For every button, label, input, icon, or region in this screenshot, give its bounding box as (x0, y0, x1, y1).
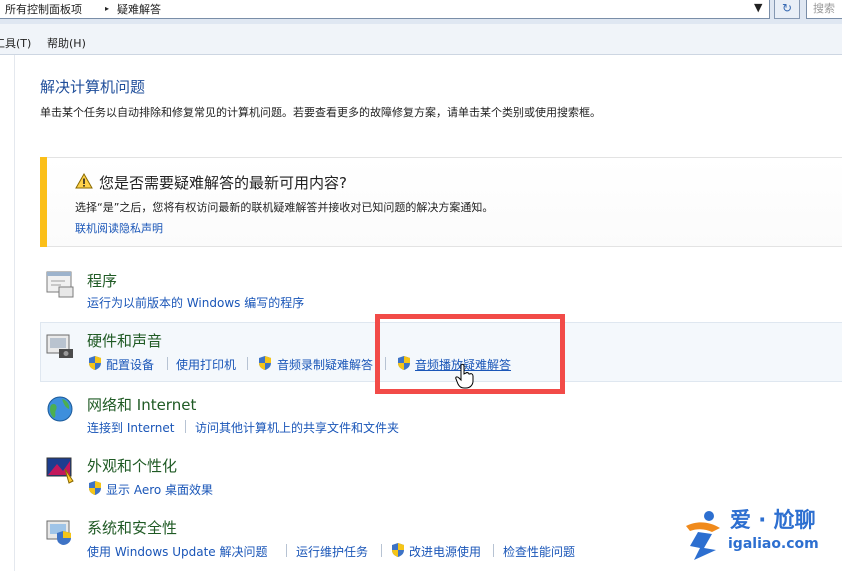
link-separator (493, 544, 494, 557)
category-hardware-sound-title[interactable]: 硬件和声音 (87, 330, 162, 351)
link-separator (247, 357, 248, 370)
link-improve-power-usage[interactable]: 改进电源使用 (409, 543, 481, 560)
breadcrumb-item-control-panel[interactable]: 所有控制面板项 (5, 1, 82, 17)
watermark-brand: 爱 · 尬聊 (730, 508, 816, 532)
privacy-statement-link[interactable]: 联机阅读隐私声明 (75, 220, 163, 236)
link-separator (286, 544, 287, 557)
link-run-maintenance-tasks[interactable]: 运行维护任务 (296, 543, 368, 560)
category-system-security-title[interactable]: 系统和安全性 (87, 517, 177, 538)
history-dropdown-icon[interactable]: ▼ (754, 1, 762, 14)
warning-icon (75, 173, 93, 189)
appearance-personalization-icon[interactable] (45, 455, 75, 485)
menu-tools[interactable]: 工具(T) (0, 35, 31, 51)
watermark-url: igaliao.com (728, 536, 819, 552)
menu-help[interactable]: 帮助(H) (47, 35, 86, 51)
menu-bar: 工具(T) 帮助(H) (0, 24, 842, 55)
link-aero-desktop-effects[interactable]: 显示 Aero 桌面效果 (106, 481, 213, 498)
category-network-title[interactable]: 网络和 Internet (87, 394, 196, 415)
link-audio-recording-troubleshooter[interactable]: 音频录制疑难解答 (277, 356, 373, 373)
address-bar: 所有控制面板项 ▸ 疑难解答 ▼ ↻ 搜索 (0, 0, 842, 24)
link-check-performance[interactable]: 检查性能问题 (503, 543, 575, 560)
link-windows-update-troubleshooter[interactable]: 使用 Windows Update 解决问题 (87, 543, 267, 560)
network-internet-icon[interactable] (45, 394, 75, 424)
refresh-button[interactable]: ↻ (774, 0, 800, 19)
breadcrumb[interactable]: 所有控制面板项 ▸ 疑难解答 ▼ (0, 0, 770, 19)
breadcrumb-item-troubleshooting[interactable]: 疑难解答 (117, 1, 161, 17)
link-separator (167, 357, 168, 370)
breadcrumb-separator-icon: ▸ (105, 4, 110, 13)
search-input[interactable]: 搜索 (806, 0, 842, 19)
uac-shield-icon (259, 356, 271, 370)
notice-heading: 您是否需要疑难解答的最新可用内容? (99, 174, 347, 192)
uac-shield-icon (89, 481, 101, 495)
category-appearance-title[interactable]: 外观和个性化 (87, 455, 177, 476)
page-title: 解决计算机问题 (40, 78, 146, 96)
link-separator (185, 420, 186, 433)
pane-divider (14, 55, 15, 571)
page-subtitle: 单击某个任务以自动排除和修复常见的计算机问题。若要查看更多的故障修复方案，请单击… (40, 106, 601, 119)
link-run-legacy-programs[interactable]: 运行为以前版本的 Windows 编写的程序 (87, 294, 304, 311)
link-separator (381, 544, 382, 557)
system-security-icon[interactable] (45, 517, 75, 547)
link-configure-device[interactable]: 配置设备 (106, 356, 154, 373)
hand-cursor-icon (455, 363, 474, 389)
hardware-sound-icon[interactable] (45, 331, 75, 361)
notice-body: 选择“是”之后，您将有权访问最新的联机疑难解答并接收对已知问题的解决方案通知。 (75, 201, 494, 214)
programs-icon[interactable] (45, 269, 75, 299)
notice-accent-bar (40, 157, 47, 247)
category-programs-title[interactable]: 程序 (87, 270, 117, 291)
uac-shield-icon (392, 543, 404, 557)
link-use-printer[interactable]: 使用打印机 (176, 356, 236, 373)
link-connect-to-internet[interactable]: 连接到 Internet (87, 419, 174, 436)
uac-shield-icon (89, 356, 101, 370)
link-shared-files-folders[interactable]: 访问其他计算机上的共享文件和文件夹 (195, 419, 399, 436)
refresh-icon: ↻ (781, 1, 793, 15)
